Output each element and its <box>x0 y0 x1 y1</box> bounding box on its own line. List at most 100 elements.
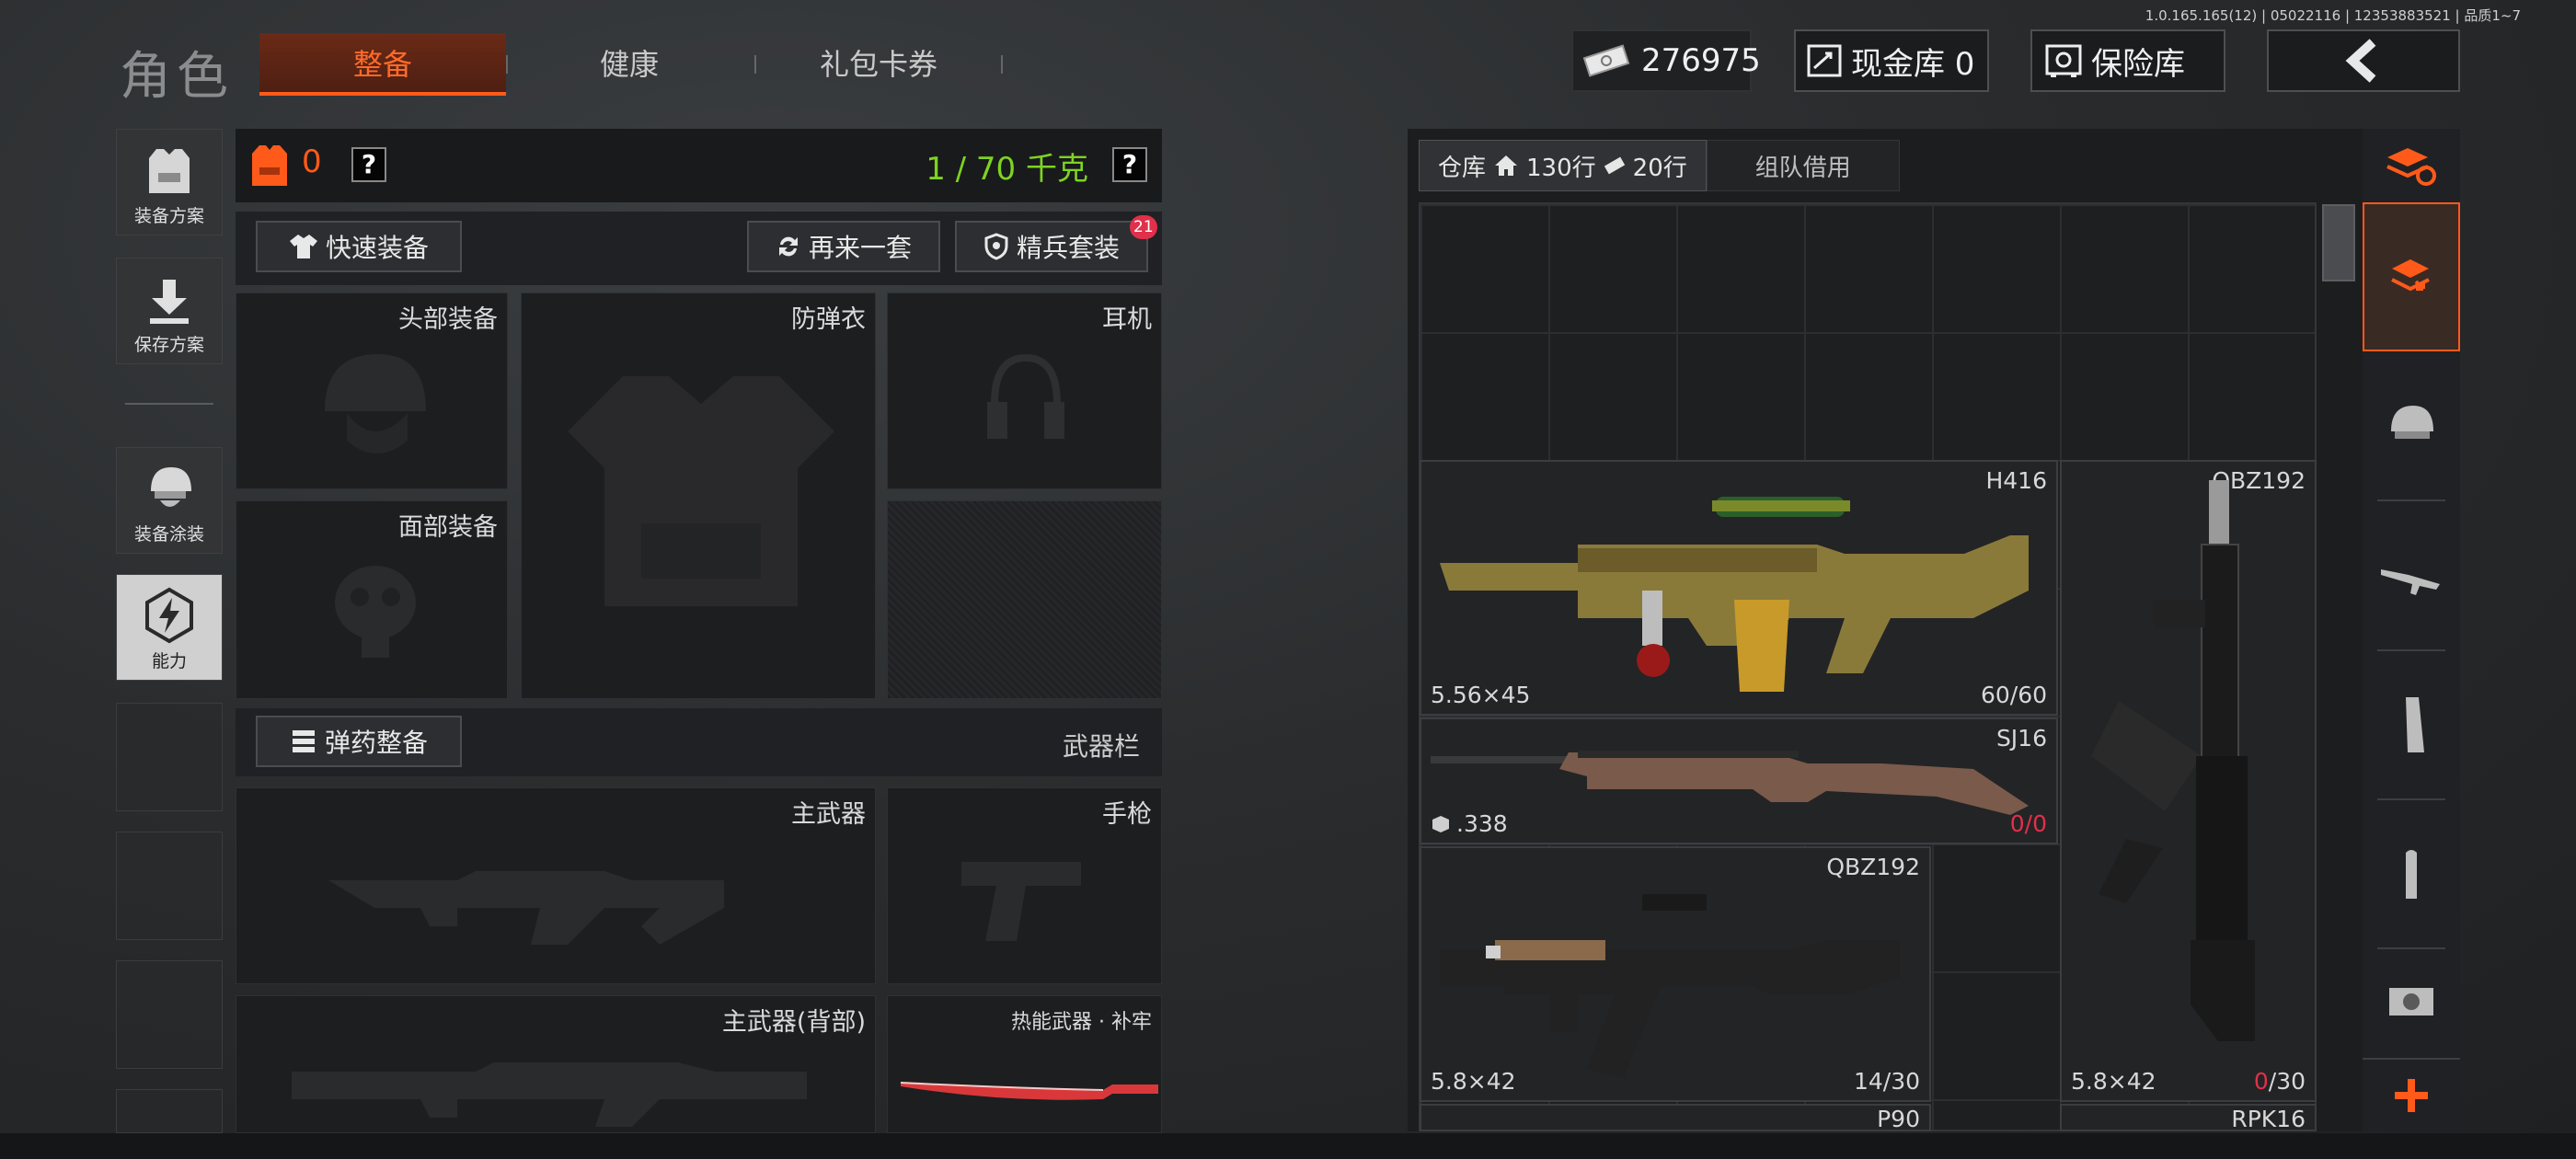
item-caliber: 5.8×42 <box>2071 1068 2156 1095</box>
rail-category-rifle[interactable] <box>2363 501 2460 650</box>
item-caliber: .338 <box>1431 810 1508 837</box>
ammo-stack-icon <box>290 728 317 755</box>
warehouse-item-sj16[interactable]: SJ16 .338 0/0 <box>1420 717 2058 844</box>
sidebar-divider <box>125 403 213 405</box>
weapon-bar-label: 武器栏 <box>1062 731 1140 762</box>
sidebar-item-label: 装备方案 <box>133 206 204 226</box>
headset-icon <box>980 349 1072 459</box>
tab-gift-vouchers[interactable]: 礼包卡券 <box>780 33 977 96</box>
bottom-bar <box>0 1133 2576 1159</box>
vest-icon <box>558 358 844 634</box>
ticket-icon <box>1604 155 1626 176</box>
head-gear-slot[interactable]: 头部装备 <box>236 293 508 489</box>
download-icon <box>146 278 192 326</box>
gas-mask-icon <box>325 557 426 667</box>
armor-count: 0 <box>302 143 322 180</box>
tab-warehouse[interactable]: 仓库 130行 20行 <box>1419 140 1707 191</box>
sidebar-empty-slot <box>116 1089 223 1133</box>
elite-set-badge: 21 <box>1130 215 1157 239</box>
cash-vault-label: 现金库 0 <box>1851 45 1975 83</box>
sidebar-item-equip-plan[interactable]: 装备方案 <box>116 129 223 235</box>
warehouse-tabs: 仓库 130行 20行 组队借用 <box>1419 140 1900 191</box>
item-ammo: 14/30 <box>1853 1068 1920 1095</box>
rail-add-button[interactable] <box>2363 1058 2460 1131</box>
cash-vault-button[interactable]: 现金库 0 <box>1794 29 1989 92</box>
rail-sort-button[interactable] <box>2363 129 2460 202</box>
plus-icon <box>2393 1077 2430 1114</box>
warehouse-scrollbar[interactable] <box>2322 204 2355 281</box>
face-gear-slot[interactable]: 面部装备 <box>236 500 508 699</box>
ammo-prep-label: 弹药整备 <box>324 728 428 758</box>
weight-display: 1 / 70 千克 <box>926 151 1088 188</box>
money-amount: 276975 <box>1641 42 1761 79</box>
safe-box-label: 保险库 <box>2091 45 2185 83</box>
vest-plan-icon <box>142 145 197 197</box>
warehouse-item-rpk16[interactable]: RPK16 <box>2060 1104 2317 1131</box>
earpiece-slot[interactable]: 耳机 <box>887 293 1162 489</box>
elite-set-button[interactable]: 精兵套装 <box>955 221 1148 272</box>
rail-category-magazine[interactable] <box>2363 651 2460 800</box>
primary-weapon-slot[interactable]: 主武器 <box>236 787 876 984</box>
sidebar-empty-slot <box>116 703 223 811</box>
back-arrow-icon <box>2341 39 2386 83</box>
item-caliber: 5.56×45 <box>1431 682 1531 708</box>
sidebar-item-label: 保存方案 <box>133 335 204 355</box>
extra-rows: 20行 <box>1632 154 1687 182</box>
slot-label: 手枪 <box>1102 800 1152 829</box>
vest-slot[interactable]: 防弹衣 <box>521 293 876 699</box>
sidebar-item-ability[interactable]: 能力 <box>116 574 223 681</box>
warehouse-item-p90[interactable]: P90 <box>1420 1104 1931 1131</box>
item-ammo: 0/30 <box>2254 1068 2306 1095</box>
box-icon <box>1431 814 1451 834</box>
tab-separator <box>1001 55 1003 74</box>
item-ammo: 60/60 <box>1980 682 2047 708</box>
tab-health[interactable]: 健康 <box>537 33 721 96</box>
armor-help-button[interactable]: ? <box>351 147 386 182</box>
warehouse-item-qbz192-horizontal[interactable]: QBZ192 5.8×42 14/30 <box>1420 846 1931 1102</box>
stack-in-icon <box>2386 252 2436 302</box>
qbz192-rifle-icon <box>1440 894 1918 1078</box>
shirt-icon <box>289 233 318 260</box>
qbz192-rifle-icon <box>2080 480 2301 1069</box>
slot-label: 热能武器 · 补牢 <box>1011 1011 1152 1034</box>
melee-weapon-slot[interactable]: 热能武器 · 补牢 <box>887 995 1162 1133</box>
katana-icon <box>897 1073 1164 1110</box>
reroll-button[interactable]: 再来一套 <box>747 221 940 272</box>
item-ammo: 0/0 <box>2010 810 2047 837</box>
ammo-prep-button[interactable]: 弹药整备 <box>256 716 462 767</box>
shield-icon <box>983 233 1009 260</box>
sidebar-item-save-plan[interactable]: 保存方案 <box>116 258 223 364</box>
back-button[interactable] <box>2267 29 2460 92</box>
safe-box-button[interactable]: 保险库 <box>2030 29 2225 92</box>
banknote-icon <box>1582 43 1630 78</box>
refresh-icon <box>776 234 801 259</box>
cash-vault-icon <box>1807 44 1842 77</box>
slot-label: 主武器 <box>791 800 866 829</box>
item-caliber-text: .338 <box>1456 810 1508 837</box>
armor-icon <box>250 143 289 188</box>
primary-back-weapon-slot[interactable]: 主武器(背部) <box>236 995 876 1133</box>
rail-category-ammo[interactable] <box>2363 800 2460 949</box>
tab-equip[interactable]: 整备 <box>259 33 506 96</box>
home-icon <box>1493 154 1519 178</box>
pistol-slot[interactable]: 手枪 <box>887 787 1162 984</box>
helmet-icon <box>310 339 439 468</box>
warehouse-item-qbz192-vertical[interactable]: QBZ192 5.8×42 0/30 <box>2060 460 2317 1102</box>
quick-equip-button[interactable]: 快速装备 <box>256 221 462 272</box>
locked-slot <box>887 500 1162 699</box>
tab-team-borrow[interactable]: 组队借用 <box>1706 140 1900 191</box>
rail-category-all[interactable] <box>2363 202 2460 351</box>
version-info: 1.0.165.165(12) | 05022116 | 12353883521… <box>2145 7 2521 24</box>
rifle-silhouette-icon <box>328 825 761 963</box>
sidebar-item-equip-skin[interactable]: 装备涂装 <box>116 447 223 554</box>
item-ammo-max: /0 <box>2024 810 2047 837</box>
rail-category-optics[interactable] <box>2363 949 2460 1054</box>
rail-category-helmet[interactable] <box>2363 351 2460 500</box>
warehouse-item-h416[interactable]: H416 5.56×45 60/60 <box>1420 460 2058 716</box>
weight-help-button[interactable]: ? <box>1112 147 1147 182</box>
equip-status-bar: 0 ? 1 / 70 千克 ? <box>236 129 1162 202</box>
slot-label: 防弹衣 <box>791 305 866 334</box>
bullet-icon <box>2393 847 2430 902</box>
warehouse-rows: 130行 <box>1526 154 1596 182</box>
rifle-silhouette-icon <box>292 1044 807 1127</box>
